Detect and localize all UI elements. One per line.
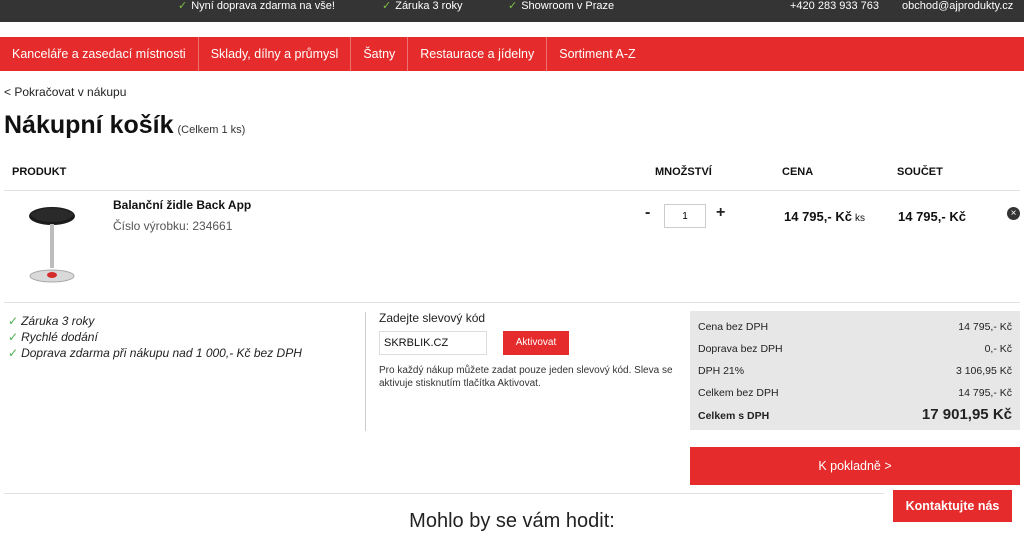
cart-count: (Celkem 1 ks) [177, 124, 246, 136]
quantity-decrease-button[interactable]: - [645, 204, 650, 222]
divider [365, 312, 366, 431]
main-nav: Kanceláře a zasedací místnosti Sklady, d… [0, 37, 1024, 71]
remove-item-icon[interactable]: × [1007, 207, 1020, 220]
product-image[interactable] [22, 198, 94, 290]
coupon-input[interactable] [379, 331, 487, 355]
nav-item-lockers[interactable]: Šatny [351, 37, 409, 71]
column-header-price: CENA [782, 166, 814, 178]
order-summary: Cena bez DPH 14 795,- Kč Doprava bez DPH 0… [690, 311, 1020, 430]
divider [4, 190, 1020, 191]
benefits-list: ✓ Záruka 3 roky ✓ Rychlé dodání ✓ Doprava z… [8, 313, 302, 361]
check-icon: ✓ [8, 314, 19, 328]
column-header-product: PRODUKT [12, 166, 67, 178]
quantity-input[interactable] [664, 204, 706, 228]
checkout-button[interactable]: K pokladně > [690, 447, 1020, 485]
nav-item-assortment[interactable]: Sortiment A-Z [547, 37, 647, 71]
nav-item-offices[interactable]: Kanceláře a zasedací místnosti [0, 37, 199, 71]
check-icon: ✓ [8, 330, 19, 344]
line-total: 14 795,- Kč [898, 209, 966, 224]
list-item: ✓ Doprava zdarma při nákupu nad 1 000,- K… [8, 346, 302, 360]
check-icon: ✓ [382, 0, 392, 12]
unit-price: 14 795,- Kč ks [784, 209, 865, 224]
summary-row: Cena bez DPH 14 795,- Kč [698, 321, 1012, 333]
summary-row: Celkem bez DPH 14 795,- Kč [698, 387, 1012, 399]
activate-coupon-button[interactable]: Aktivovat [503, 331, 569, 355]
quantity-increase-button[interactable]: + [716, 204, 725, 222]
coupon-label: Zadejte slevový kód [379, 311, 486, 325]
summary-total-row: Celkem s DPH 17 901,95 Kč [698, 406, 1012, 423]
product-code: Číslo výrobku: 234661 [113, 219, 233, 233]
usp-free-shipping: ✓ Nyní doprava zdarma na vše! [178, 0, 335, 12]
coupon-note: Pro každý nákup můžete zadat pouze jeden… [379, 365, 673, 389]
check-icon: ✓ [508, 0, 518, 12]
nav-item-restaurants[interactable]: Restaurace a jídelny [408, 37, 548, 71]
divider [4, 302, 1020, 303]
check-icon: ✓ [8, 346, 19, 360]
check-icon: ✓ [178, 0, 188, 12]
contact-us-button[interactable]: Kontaktujte nás [893, 490, 1012, 522]
phone-link[interactable]: +420 283 933 763 [790, 0, 879, 13]
page-title: Nákupní košík (Celkem 1 ks) [4, 111, 246, 139]
usp-showroom-link[interactable]: ✓ Showroom v Praze [508, 0, 614, 13]
usp-warranty: ✓ Záruka 3 roky [382, 0, 463, 12]
summary-row: DPH 21% 3 106,95 Kč [698, 365, 1012, 377]
recommendations-heading: Mohlo by se vám hodit: [409, 510, 615, 532]
email-link[interactable]: obchod@ajprodukty.cz [902, 0, 1013, 13]
continue-shopping-link[interactable]: < Pokračovat v nákupu [4, 85, 126, 99]
divider [4, 493, 884, 494]
column-header-total: SOUČET [897, 166, 943, 178]
summary-row: Doprava bez DPH 0,- Kč [698, 343, 1012, 355]
nav-item-warehouses[interactable]: Sklady, dílny a průmysl [199, 37, 352, 71]
column-header-quantity: MNOŽSTVÍ [655, 166, 712, 178]
list-item: ✓ Záruka 3 roky [8, 314, 95, 328]
list-item: ✓ Rychlé dodání [8, 330, 98, 344]
top-bar: ✓ Nyní doprava zdarma na vše! ✓ Záruka 3 r… [0, 0, 1024, 22]
product-name-link[interactable]: Balanční židle Back App [113, 198, 251, 212]
